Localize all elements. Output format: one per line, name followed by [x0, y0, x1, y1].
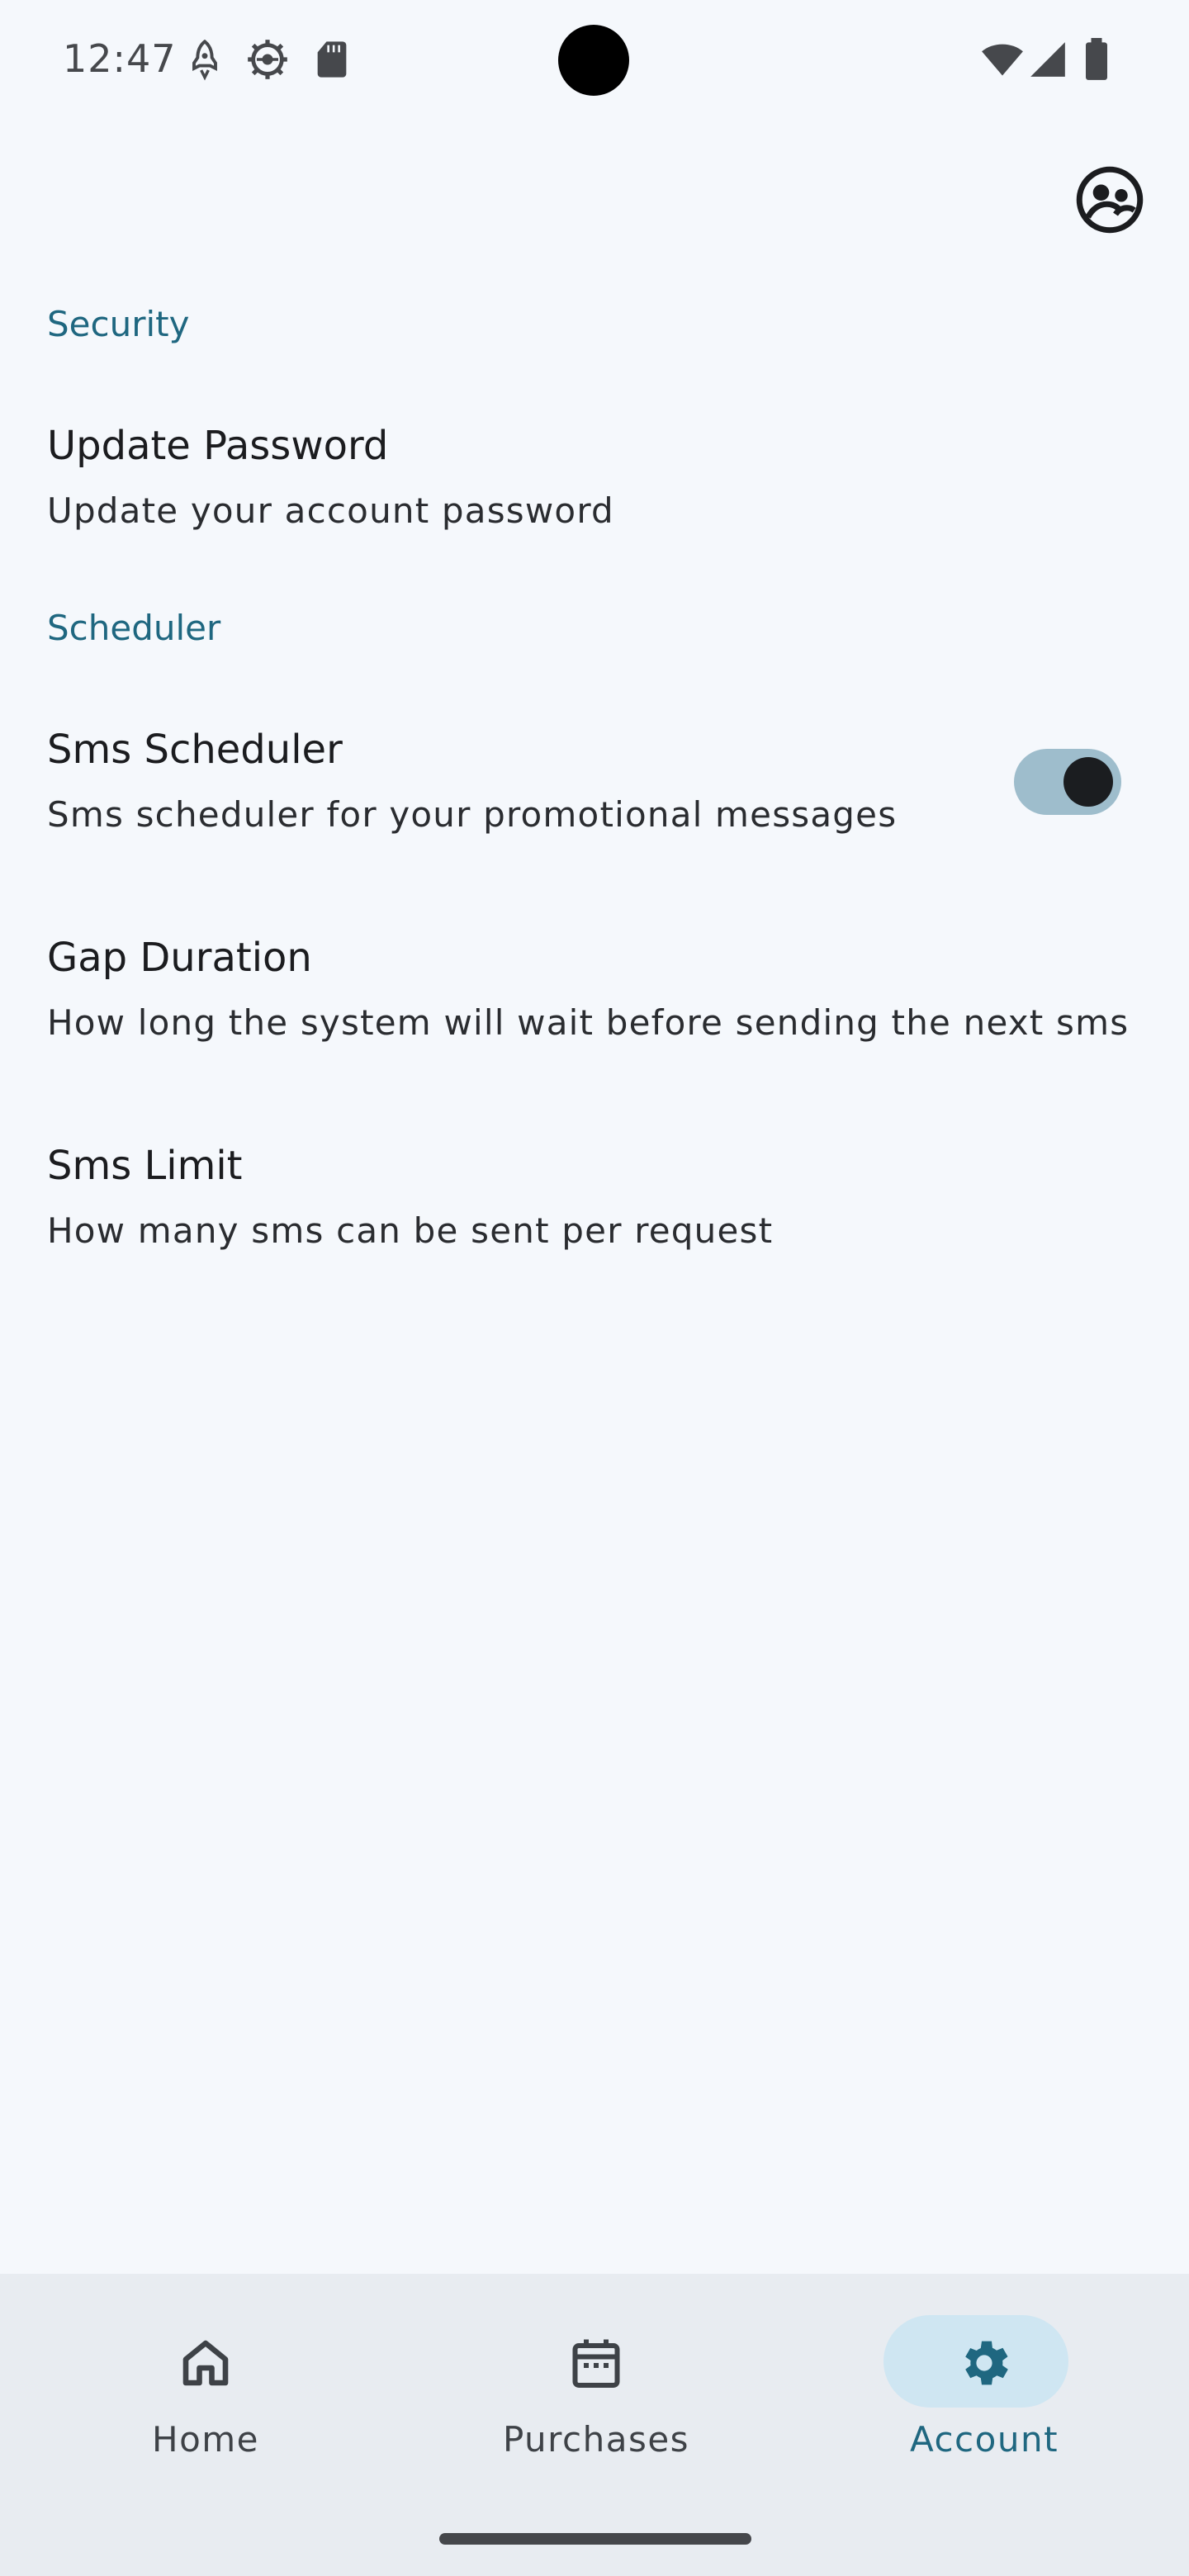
nav-label: Account [909, 2419, 1059, 2460]
settings-screen: 12:47 Security Update Password Update yo… [0, 0, 1189, 2576]
wifi-icon [982, 44, 1023, 76]
settings-icon [965, 2341, 1008, 2385]
profile-avatar-icon[interactable] [1075, 165, 1144, 234]
pref-summary: Update your account password [47, 490, 614, 531]
pref-sms-limit[interactable]: Sms Limit How many sms can be sent per r… [0, 1116, 1189, 1290]
section-title-security: Security [47, 304, 190, 344]
pref-sms-scheduler[interactable]: Sms Scheduler Sms scheduler for your pro… [0, 702, 1189, 867]
home-indicator[interactable] [439, 2533, 751, 2545]
pref-summary: How long the system will wait before sen… [47, 1002, 1130, 1043]
calendar-icon [572, 2339, 620, 2388]
nav-item-purchases[interactable]: Purchases [398, 2274, 794, 2488]
section-title-scheduler: Scheduler [47, 608, 221, 648]
sd-card-icon [317, 41, 347, 78]
pref-title: Update Password [47, 423, 389, 469]
bottom-navigation: Home Purchases Account [0, 2274, 1189, 2576]
pref-gap-duration[interactable]: Gap Duration How long the system will wa… [0, 908, 1189, 1082]
toggle-thumb [1063, 757, 1113, 807]
pref-summary: How many sms can be sent per request [47, 1210, 774, 1251]
rocket-icon [192, 39, 217, 81]
sms-scheduler-toggle[interactable] [1014, 749, 1121, 815]
nav-item-home[interactable]: Home [7, 2274, 404, 2488]
pref-title: Sms Limit [47, 1143, 243, 1189]
home-icon [182, 2340, 229, 2386]
pref-update-password[interactable]: Update Password Update your account pass… [0, 396, 1189, 561]
pref-title: Gap Duration [47, 935, 312, 981]
status-time: 12:47 [63, 36, 177, 81]
nav-item-account[interactable]: Account [786, 2274, 1182, 2488]
battery-icon [1086, 38, 1107, 80]
status-bar: 12:47 [0, 0, 1189, 122]
nav-label: Home [151, 2419, 260, 2460]
pref-title: Sms Scheduler [47, 727, 343, 773]
camera-cutout [558, 25, 629, 96]
nav-label: Purchases [502, 2419, 690, 2460]
pref-summary: Sms scheduler for your promotional messa… [47, 794, 898, 835]
signal-icon [1030, 42, 1065, 77]
gear-badge-icon [248, 40, 287, 79]
